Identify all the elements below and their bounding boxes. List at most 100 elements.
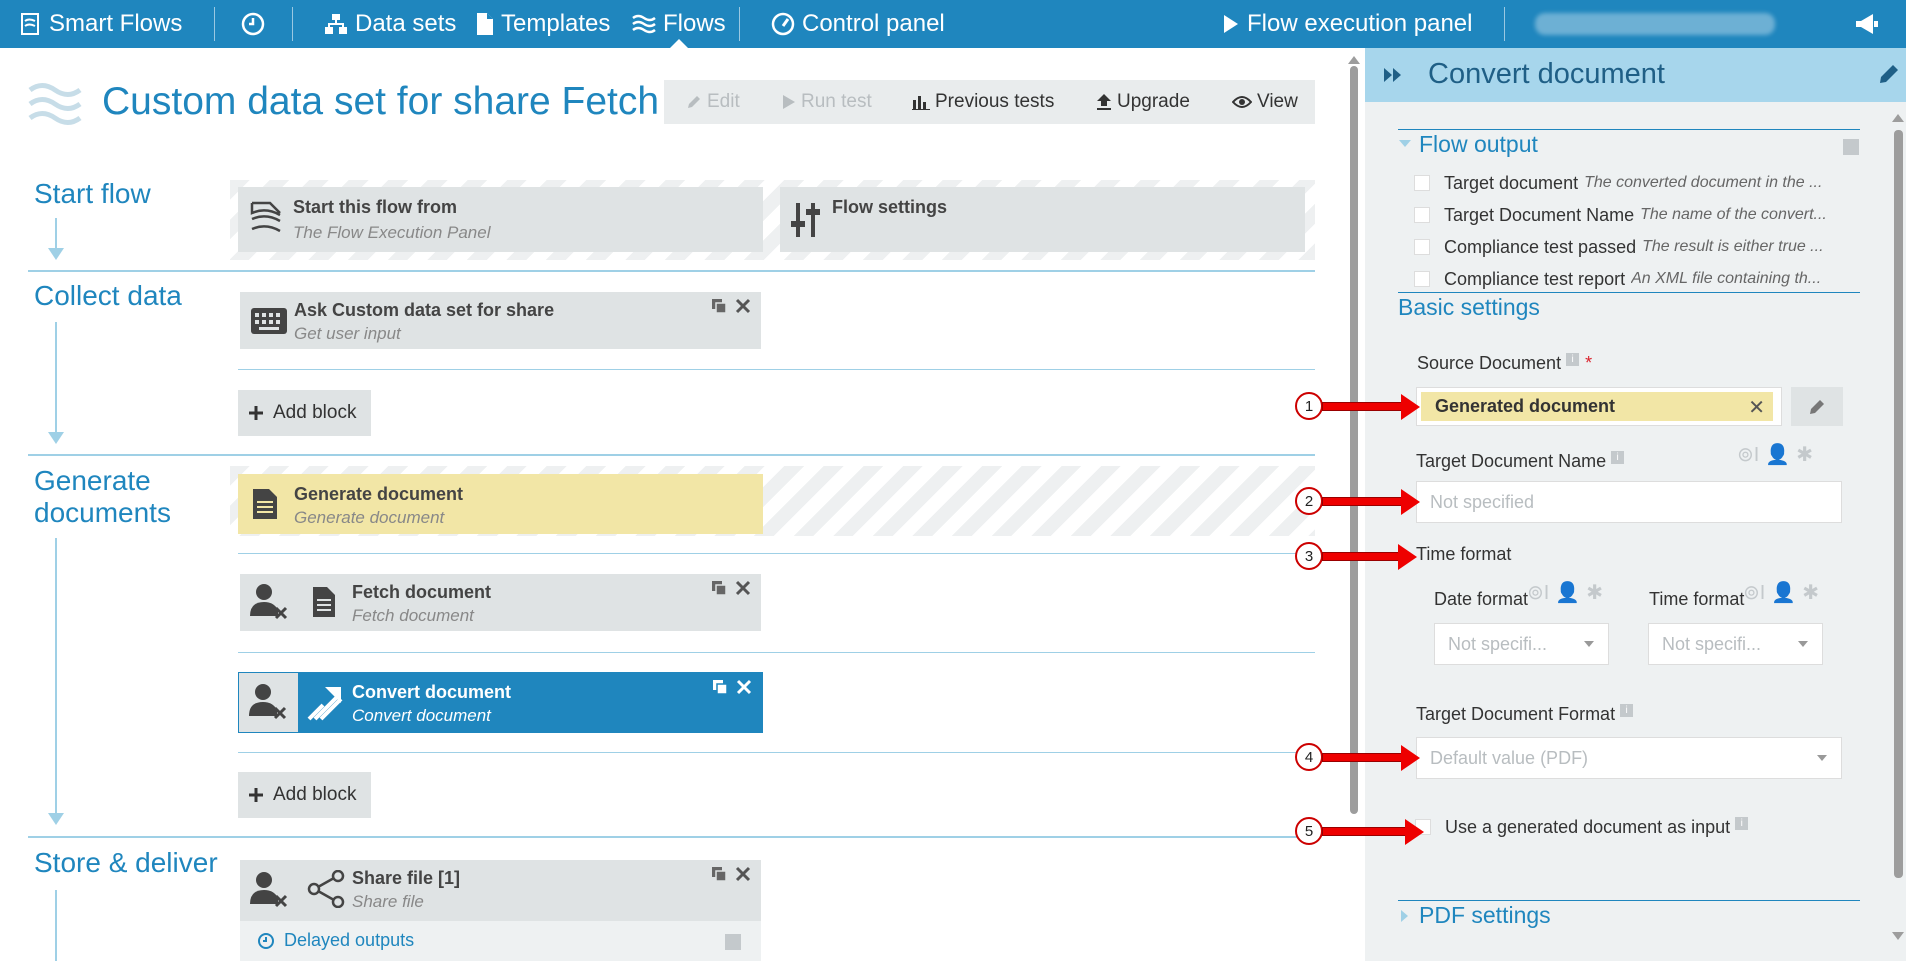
delayed-outputs-section[interactable]: Delayed outputs	[240, 921, 761, 961]
add-block-button[interactable]: Add block	[238, 390, 371, 436]
editor-scrollbar[interactable]	[1348, 56, 1360, 814]
target-format-label: Target Document Format i	[1416, 704, 1634, 725]
user-icon[interactable]: 👤	[1765, 442, 1790, 467]
megaphone-icon	[1856, 14, 1878, 34]
flow-execution-panel-link[interactable]: Flow execution panel	[1222, 0, 1472, 48]
block-start-from[interactable]: Start this flow from The Flow Execution …	[238, 187, 763, 252]
panel-scrollbar[interactable]	[1891, 110, 1905, 946]
block-divider	[238, 752, 1315, 753]
block-generate-document[interactable]: Generate document Generate document	[238, 474, 763, 534]
variable-text-icon[interactable]: ⊚I	[1527, 580, 1549, 605]
scroll-up-icon[interactable]	[1348, 56, 1360, 64]
add-block-label: Add block	[273, 402, 357, 423]
close-icon[interactable]	[736, 679, 752, 695]
nav-flows-label: Flows	[663, 10, 726, 37]
flow-output-item[interactable]: Compliance test report An XML file conta…	[1414, 266, 1854, 292]
scroll-down-icon[interactable]	[1892, 932, 1904, 940]
scrollbar-thumb[interactable]	[1350, 66, 1358, 814]
callout-2: 2	[1295, 487, 1323, 515]
label-text: Source Document	[1417, 353, 1562, 373]
close-icon[interactable]	[735, 866, 751, 882]
target-name-input[interactable]: Not specified	[1416, 481, 1842, 523]
callout-arrow	[1322, 544, 1417, 570]
flow-output-header[interactable]: Flow output	[1399, 131, 1538, 158]
user-menu-redacted[interactable]	[1535, 13, 1775, 35]
scroll-up-icon[interactable]	[1892, 114, 1904, 122]
close-icon[interactable]	[735, 580, 751, 596]
copy-icon[interactable]	[712, 679, 728, 695]
previous-tests-label: Previous tests	[935, 91, 1055, 112]
info-icon[interactable]	[1843, 139, 1859, 155]
source-document-field[interactable]: Generated document ✕	[1416, 387, 1782, 426]
remove-chip-icon[interactable]: ✕	[1748, 395, 1765, 420]
divider	[1504, 7, 1505, 41]
info-icon[interactable]: i	[1735, 817, 1749, 830]
upgrade-button[interactable]: Upgrade	[1096, 80, 1190, 124]
time-format-select[interactable]: Not specifi...	[1648, 623, 1823, 665]
user-remove-icon	[250, 872, 288, 908]
divider	[214, 7, 215, 41]
checkbox[interactable]	[1414, 207, 1430, 223]
close-icon[interactable]	[735, 298, 751, 314]
block-subtitle: Share file	[352, 892, 424, 911]
block-fetch-document[interactable]: Fetch document Fetch document	[240, 574, 761, 631]
copy-icon[interactable]	[711, 866, 727, 882]
run-test-label: Run test	[801, 91, 872, 112]
flow-output-item[interactable]: Compliance test passed The result is eit…	[1414, 234, 1854, 260]
add-block-button[interactable]: Add block	[238, 772, 371, 818]
edit-label: Edit	[707, 91, 740, 112]
run-test-button[interactable]: Run test	[782, 80, 872, 124]
document-icon	[313, 587, 335, 617]
app-home-link[interactable]: Smart Flows	[20, 0, 182, 48]
editor-toolbar: Edit Run test Previous tests Upgrade Vie…	[664, 80, 1315, 124]
checkbox[interactable]	[1414, 239, 1430, 255]
flow-output-item[interactable]: Target document The converted document i…	[1414, 170, 1854, 196]
waves-icon	[632, 14, 656, 34]
user-remove-icon	[249, 684, 287, 720]
view-button[interactable]: View	[1232, 80, 1298, 124]
nav-control-panel[interactable]: Control panel	[771, 0, 945, 48]
section-title-line: Generate	[34, 465, 151, 496]
user-icon[interactable]: 👤	[1771, 580, 1796, 605]
variable-text-icon[interactable]: ⊚I	[1737, 442, 1759, 467]
pencil-icon[interactable]	[1878, 63, 1900, 85]
output-name: Compliance test passed	[1444, 236, 1637, 257]
flow-output-item[interactable]: Target Document Name The name of the con…	[1414, 202, 1854, 228]
block-convert-document[interactable]: Convert document Convert document	[238, 672, 763, 733]
copy-icon[interactable]	[711, 298, 727, 314]
info-icon[interactable]: i	[1566, 353, 1580, 366]
block-title: Generate document	[294, 484, 464, 504]
user-icon[interactable]: 👤	[1555, 580, 1580, 605]
date-format-select[interactable]: Not specifi...	[1434, 623, 1609, 665]
target-format-select[interactable]: Default value (PDF)	[1416, 737, 1842, 779]
block-ask-data[interactable]: Ask Custom data set for share Get user i…	[240, 292, 761, 349]
history-button[interactable]	[241, 0, 272, 48]
edit-button[interactable]: Edit	[686, 80, 740, 124]
checkbox[interactable]	[1414, 271, 1430, 287]
section-store-deliver: Store & deliver	[34, 847, 218, 878]
asterisk-icon[interactable]: ✱	[1802, 580, 1819, 605]
announcements-button[interactable]	[1855, 0, 1886, 48]
bar-chart-icon	[912, 96, 930, 110]
checkbox[interactable]	[1414, 175, 1430, 191]
pdf-settings-header[interactable]: PDF settings	[1401, 902, 1551, 929]
nav-templates[interactable]: Templates	[476, 0, 610, 48]
variable-text-icon[interactable]: ⊚I	[1743, 580, 1765, 605]
info-icon[interactable]: i	[1611, 451, 1625, 464]
asterisk-icon[interactable]: ✱	[1586, 580, 1603, 605]
info-icon[interactable]	[725, 934, 741, 950]
output-description: An XML file containing th...	[1631, 270, 1822, 287]
source-document-chip[interactable]: Generated document ✕	[1421, 392, 1773, 421]
previous-tests-button[interactable]: Previous tests	[912, 80, 1054, 124]
block-share-file[interactable]: Share file [1] Share file	[240, 860, 761, 921]
info-icon[interactable]: i	[1620, 704, 1634, 717]
asterisk-icon[interactable]: ✱	[1796, 442, 1813, 467]
edit-source-button[interactable]	[1791, 387, 1843, 426]
collapse-panel-icon[interactable]	[1383, 67, 1403, 83]
block-flow-settings[interactable]: Flow settings	[780, 187, 1305, 252]
copy-icon[interactable]	[711, 580, 727, 596]
time-format-sub-label: Time format	[1649, 589, 1745, 609]
nav-datasets[interactable]: Data sets	[324, 0, 456, 48]
scrollbar-thumb[interactable]	[1894, 130, 1903, 878]
nav-flows[interactable]: Flows	[632, 0, 726, 48]
